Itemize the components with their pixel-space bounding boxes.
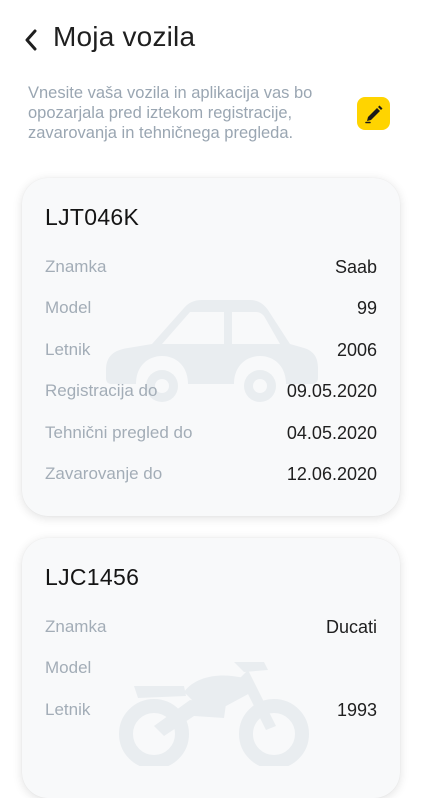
field-value: Saab bbox=[334, 256, 377, 277]
field-label: Tehnični pregled do bbox=[45, 423, 193, 442]
header: Moja vozila bbox=[0, 0, 422, 80]
field-value: 09.05.2020 bbox=[286, 380, 377, 401]
field-value: 99 bbox=[356, 297, 377, 318]
field-row-model: Model bbox=[45, 656, 377, 680]
pencil-icon bbox=[364, 105, 382, 123]
field-value: 2006 bbox=[336, 339, 377, 360]
field-row-model: Model 99 bbox=[45, 296, 377, 320]
vehicle-plate: LJT046K bbox=[45, 204, 140, 230]
chevron-left-icon bbox=[25, 29, 37, 51]
field-label: Zavarovanje do bbox=[45, 464, 163, 483]
field-row-insurance: Zavarovanje do 12.06.2020 bbox=[45, 462, 377, 486]
page-title: Moja vozila bbox=[53, 21, 196, 52]
vehicle-card[interactable]: LJT046K Znamka Saab Model 99 Letnik 2006… bbox=[22, 178, 400, 516]
field-row-brand: Znamka Ducati bbox=[45, 615, 377, 639]
field-label: Model bbox=[45, 298, 92, 317]
field-label: Model bbox=[45, 658, 92, 677]
field-label: Letnik bbox=[45, 340, 91, 359]
field-label: Znamka bbox=[45, 617, 107, 636]
vehicle-card[interactable]: LJC1456 Znamka Ducati Model Letnik 1993 bbox=[22, 538, 400, 798]
field-value: Ducati bbox=[325, 616, 377, 637]
field-row-brand: Znamka Saab bbox=[45, 255, 377, 279]
field-value: 1993 bbox=[336, 699, 377, 720]
field-value: 12.06.2020 bbox=[286, 463, 377, 484]
field-label: Znamka bbox=[45, 257, 107, 276]
field-label: Letnik bbox=[45, 700, 91, 719]
field-value: 04.05.2020 bbox=[286, 422, 377, 443]
edit-button[interactable] bbox=[357, 97, 390, 130]
back-button[interactable] bbox=[18, 26, 44, 54]
field-row-inspection: Tehnični pregled do 04.05.2020 bbox=[45, 421, 377, 445]
intro-text: Vnesite vaša vozila in aplikacija vas bo… bbox=[28, 84, 313, 142]
field-row-year: Letnik 2006 bbox=[45, 338, 377, 362]
field-row-registration: Registracija do 09.05.2020 bbox=[45, 379, 377, 403]
field-label: Registracija do bbox=[45, 381, 158, 400]
field-row-year: Letnik 1993 bbox=[45, 698, 377, 722]
vehicle-plate: LJC1456 bbox=[45, 564, 140, 590]
